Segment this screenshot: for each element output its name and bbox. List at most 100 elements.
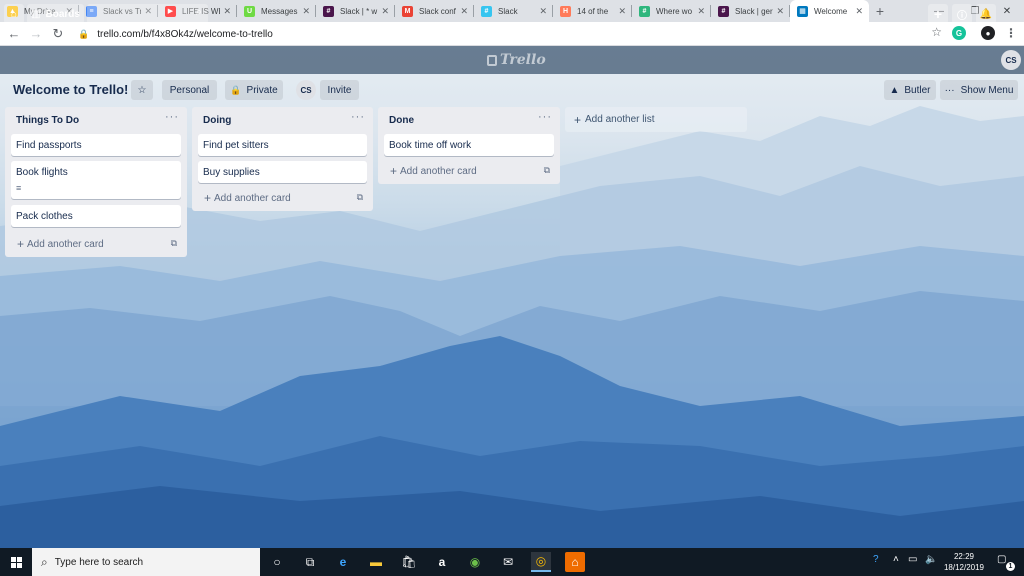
create-plus-icon[interactable]: + (928, 4, 948, 24)
list-title[interactable]: Things To Do (16, 115, 79, 126)
logo-text: Trello (500, 52, 546, 68)
card-title: Find passports (16, 140, 82, 151)
back-arrow-icon[interactable]: ← (3, 23, 25, 45)
visibility-button[interactable]: 🔒 Private (225, 80, 283, 100)
trello-logo[interactable]: Trello (487, 52, 546, 68)
grammarly-icon[interactable]: G (952, 26, 966, 40)
add-card-button[interactable]: + Add another card (390, 164, 477, 178)
bookmark-star-icon[interactable]: ☆ (931, 25, 942, 39)
card-find-pet-sitters[interactable]: Find pet sitters (198, 134, 367, 156)
browser-tab-slack-1[interactable]: # Slack | * w ✕ (316, 0, 395, 22)
tripadvisor-icon[interactable]: ◉ (465, 552, 485, 572)
tab-label: Slack | ger (735, 6, 773, 16)
bell-icon[interactable]: 🔔 (976, 4, 996, 24)
address-bar[interactable]: 🔒 trello.com/b/f4x8Ok4z/welcome-to-trell… (78, 25, 944, 43)
close-icon[interactable]: ✕ (855, 6, 863, 17)
taskbar-search-box[interactable]: ⌕ Type here to search (32, 548, 260, 576)
search-icon: ⌕ (41, 554, 48, 569)
star-board-icon[interactable]: ☆ (131, 80, 153, 100)
task-view-icon[interactable]: ⧉ (300, 552, 320, 572)
member-avatar[interactable]: CS (296, 80, 316, 100)
close-icon[interactable]: ✕ (223, 6, 231, 17)
add-card-button[interactable]: + Add another card (204, 191, 291, 205)
close-icon[interactable]: ✕ (460, 6, 468, 17)
browser-tab-slack-2[interactable]: # Slack ✕ (474, 0, 553, 22)
chrome-icon[interactable]: ◎ (531, 552, 551, 572)
list-menu-icon[interactable]: ··· (165, 111, 179, 123)
taskbar-search-placeholder: Type here to search (54, 556, 144, 568)
user-avatar[interactable]: CS (1001, 50, 1021, 70)
card-title: Book time off work (389, 140, 472, 151)
card-find-passports[interactable]: Find passports (11, 134, 181, 156)
profile-avatar-icon[interactable]: ● (981, 26, 995, 40)
plus-icon: + (204, 191, 212, 205)
forward-arrow-icon[interactable]: → (25, 23, 47, 45)
card-template-icon[interactable]: ⧉ (544, 165, 550, 176)
close-icon[interactable]: ✕ (539, 6, 547, 17)
tab-label: Slack | * w (340, 6, 378, 16)
amazon-icon[interactable]: a (432, 552, 452, 572)
close-icon[interactable]: ✕ (697, 6, 705, 17)
close-icon[interactable]: ✕ (381, 6, 389, 17)
office-icon[interactable]: ⌂ (565, 552, 585, 572)
add-card-label: Add another card (214, 192, 291, 204)
card-title: Find pet sitters (203, 140, 269, 151)
file-explorer-icon[interactable]: ▬ (366, 552, 386, 572)
slack-icon: # (639, 5, 650, 17)
browser-tab-messages[interactable]: U Messages ✕ (237, 0, 316, 22)
list-menu-icon[interactable]: ··· (538, 111, 552, 123)
close-icon[interactable]: ✕ (776, 6, 784, 17)
show-menu-button[interactable]: ··· Show Menu (940, 80, 1018, 100)
windows-start-button[interactable] (0, 548, 32, 576)
card-book-time-off-work[interactable]: Book time off work (384, 134, 554, 156)
edge-icon[interactable]: e (333, 552, 353, 572)
help-icon[interactable]: ? (873, 554, 879, 565)
butler-icon: ▲ (889, 84, 900, 96)
notification-icon[interactable]: ▢ (997, 554, 1006, 565)
browser-tab-gmail[interactable]: M Slack conf ✕ (395, 0, 474, 22)
new-tab-button[interactable]: + (869, 0, 891, 22)
kebab-menu-icon[interactable]: ⋮ (1004, 26, 1018, 40)
info-icon[interactable]: ⓘ (952, 4, 972, 24)
butler-label: Butler (904, 84, 931, 96)
list-menu-icon[interactable]: ··· (351, 111, 365, 123)
team-button[interactable]: Personal (162, 80, 217, 100)
board-title[interactable]: Welcome to Trello! (13, 82, 128, 97)
chevron-up-icon[interactable]: ˄ (893, 554, 899, 565)
browser-tab-where-work[interactable]: # Where wo ✕ (632, 0, 711, 22)
search-icon: ⌕ (195, 6, 202, 18)
tab-label: Where wo (656, 6, 693, 16)
add-card-label: Add another card (400, 165, 477, 177)
card-template-icon[interactable]: ⧉ (357, 192, 363, 203)
search-input[interactable]: ⌕ (87, 4, 208, 24)
home-icon[interactable]: ⌂ (4, 4, 24, 24)
add-list-button[interactable]: + Add another list (565, 107, 747, 132)
cortana-icon[interactable]: ○ (267, 552, 287, 572)
butler-button[interactable]: ▲ Butler (884, 80, 936, 100)
battery-icon[interactable]: ▭ (908, 554, 917, 565)
close-icon[interactable]: ✕ (618, 6, 626, 17)
card-pack-clothes[interactable]: Pack clothes (11, 205, 181, 227)
list-title[interactable]: Doing (203, 115, 231, 126)
mail-icon[interactable]: ✉ (498, 552, 518, 572)
taskbar-clock[interactable]: 22:29 18/12/2019 (940, 551, 988, 573)
close-icon[interactable]: ✕ (302, 6, 310, 17)
browser-tab-slack-3[interactable]: # Slack | ger ✕ (711, 0, 790, 22)
tab-label: 14 of the (577, 6, 609, 16)
boards-button[interactable]: ▥ Boards (27, 4, 84, 24)
browser-tab-welcome[interactable]: ▦ Welcome ✕ (790, 0, 869, 22)
card-buy-supplies[interactable]: Buy supplies (198, 161, 367, 183)
card-template-icon[interactable]: ⧉ (171, 238, 177, 249)
store-icon[interactable]: 🛍 (399, 552, 419, 572)
volume-icon[interactable]: 🔈 (925, 554, 937, 565)
windows-taskbar: ⌕ Type here to search ○ ⧉ e ▬ 🛍 a ◉ ✉ ◎ … (0, 548, 1024, 576)
reload-icon[interactable]: ↻ (47, 23, 69, 45)
upwork-icon: U (244, 5, 255, 17)
lock-icon: 🔒 (230, 84, 242, 95)
add-card-button[interactable]: + Add another card (17, 237, 104, 251)
invite-button[interactable]: Invite (320, 80, 359, 100)
card-book-flights[interactable]: Book flights ≡ (11, 161, 181, 199)
list-title[interactable]: Done (389, 115, 414, 126)
browser-tab-hubspot[interactable]: H 14 of the ✕ (553, 0, 632, 22)
trello-icon: ▦ (797, 5, 808, 17)
